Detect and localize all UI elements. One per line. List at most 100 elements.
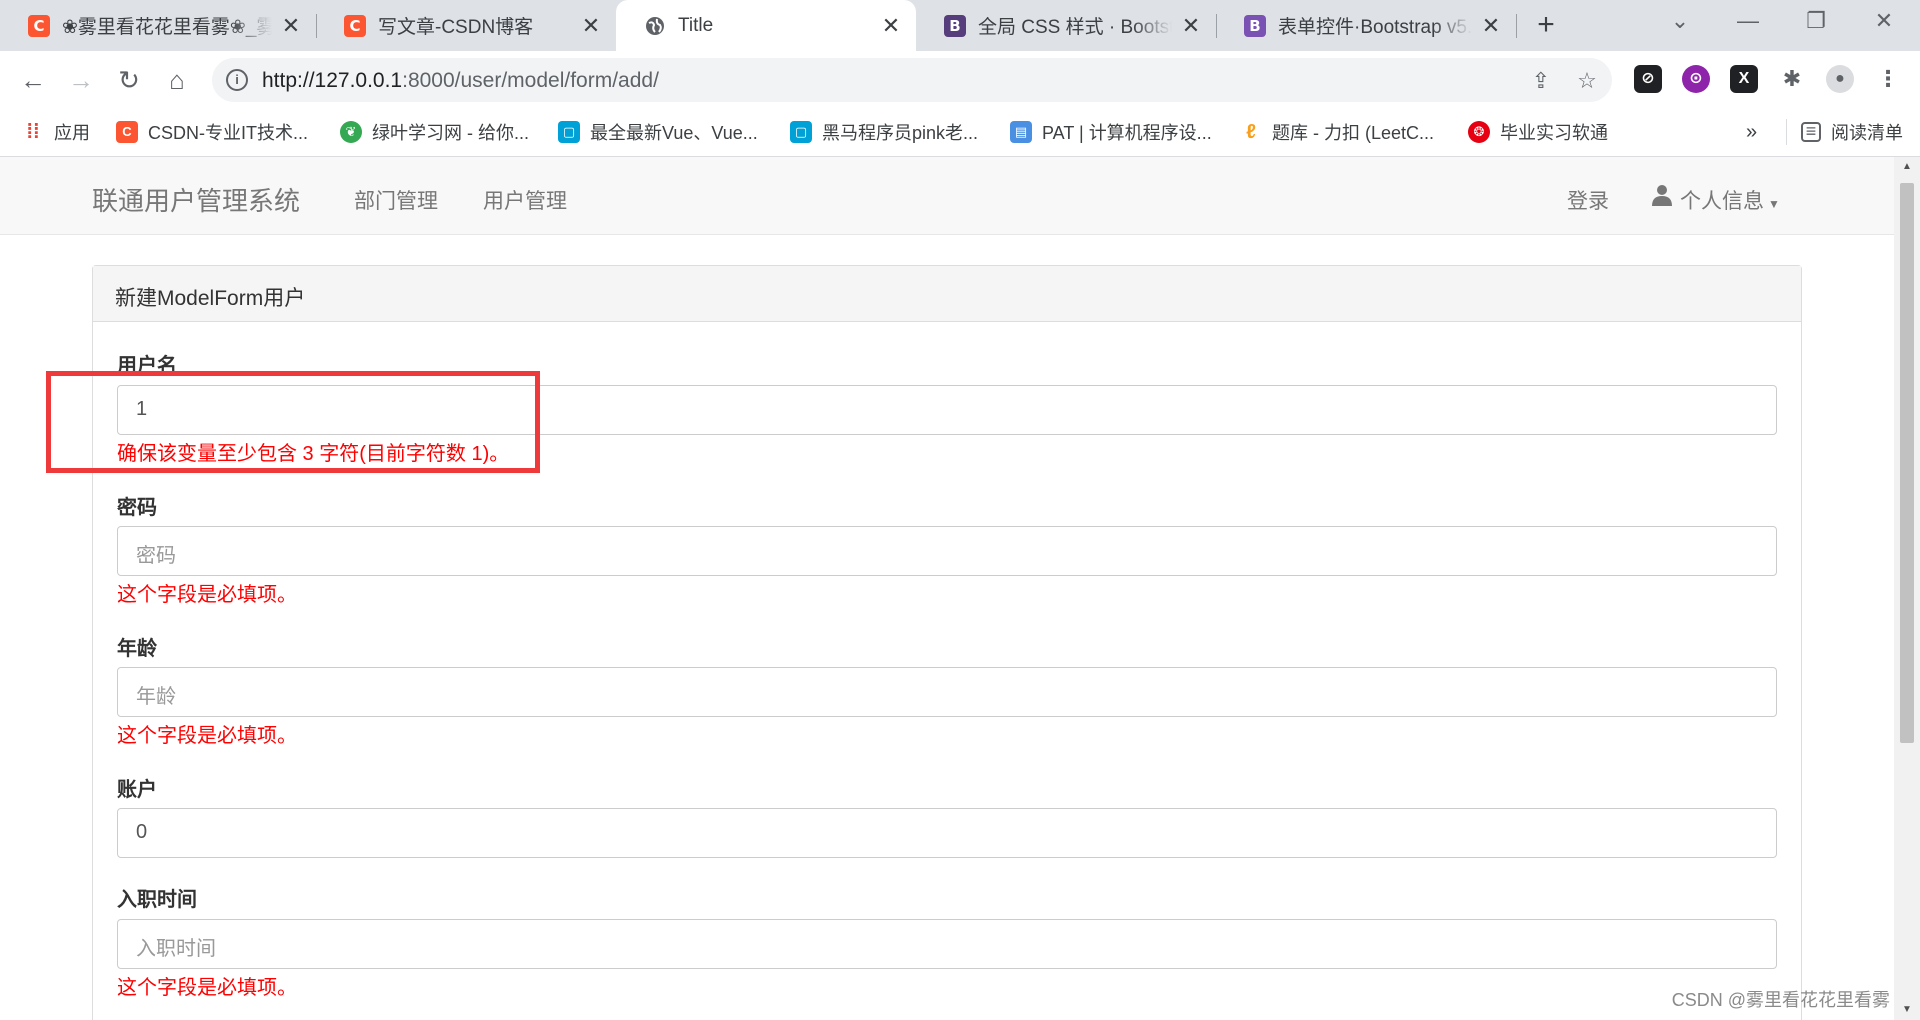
bookmark-label: 毕业实习软通: [1500, 123, 1608, 143]
chrome-menu-icon[interactable]: ⋮: [1874, 65, 1902, 93]
account-label: 账户: [117, 779, 157, 801]
user-menu-label: 个人信息: [1680, 190, 1764, 213]
password-input[interactable]: 密码: [117, 526, 1777, 576]
tab-bootstrap-forms[interactable]: B 表单控件·Bootstrap v5.1 ✕: [1216, 0, 1516, 51]
tab-title: 表单控件·Bootstrap v5.1: [1278, 17, 1472, 38]
globe-icon: [644, 15, 666, 37]
bootstrap-favicon-icon: B: [944, 14, 966, 37]
tab-search-icon[interactable]: ⌄: [1660, 8, 1700, 38]
reading-list-icon: ≡: [1801, 122, 1821, 142]
tab-bootstrap-css[interactable]: B 全局 CSS 样式 · Bootstrap ✕: [916, 0, 1216, 51]
bookmark-label: 最全最新Vue、Vue...: [590, 123, 758, 143]
reload-icon[interactable]: ↻: [114, 65, 144, 95]
nav-link-login[interactable]: 登录: [1567, 185, 1609, 215]
bookmark-csdn[interactable]: C CSDN-专业IT技术...: [116, 119, 308, 145]
bookmark-isoftstone[interactable]: ❂ 毕业实习软通: [1468, 119, 1608, 145]
password-label: 密码: [117, 497, 157, 519]
scrollbar-thumb[interactable]: [1900, 183, 1914, 743]
tab-divider: [1516, 14, 1517, 38]
tab-title: 写文章-CSDN博客: [378, 17, 534, 38]
pat-favicon-icon: ▤: [1010, 121, 1032, 143]
profile-avatar-icon[interactable]: ●: [1826, 65, 1854, 93]
bilibili-favicon-icon: ▢: [790, 121, 812, 143]
bilibili-favicon-icon: ▢: [558, 121, 580, 143]
bookmark-vue[interactable]: ▢ 最全最新Vue、Vue...: [558, 119, 758, 145]
bookmark-label: 应用: [54, 123, 90, 143]
scroll-down-icon[interactable]: ▼: [1894, 1000, 1920, 1020]
bookmark-label: 黑马程序员pink老...: [822, 123, 979, 143]
window-close-icon[interactable]: ✕: [1864, 8, 1904, 38]
csdn-favicon-icon: C: [28, 14, 50, 37]
page-scrollbar[interactable]: ▲ ▼: [1894, 157, 1920, 1020]
tab-title: ❀雾里看花花里看雾❀_雾: [62, 17, 272, 38]
tab-csdn-write[interactable]: C 写文章-CSDN博客 ✕: [316, 0, 616, 51]
leaf-favicon-icon: ❦: [340, 121, 362, 143]
close-icon[interactable]: ✕: [880, 14, 902, 37]
caret-down-icon: ▼: [1768, 197, 1780, 211]
browser-tab-strip: C ❀雾里看花花里看雾❀_雾 ✕ C 写文章-CSDN博客 ✕ Title ✕ …: [0, 0, 1920, 51]
new-tab-button[interactable]: +: [1530, 10, 1562, 42]
address-bar[interactable]: i http://127.0.0.1:8000/user/model/form/…: [212, 58, 1612, 102]
home-icon[interactable]: ⌂: [162, 65, 192, 95]
tab-title: Title: [678, 14, 714, 36]
browser-toolbar: ← → ↻ ⌂ i http://127.0.0.1:8000/user/mod…: [0, 51, 1920, 107]
bookmark-label: 题库 - 力扣 (LeetC...: [1272, 123, 1435, 143]
bookmark-label: CSDN-专业IT技术...: [148, 123, 308, 143]
forward-icon[interactable]: →: [66, 65, 96, 95]
create-time-label: 入职时间: [117, 889, 197, 911]
leetcode-favicon-icon: ℓ: [1246, 121, 1256, 143]
restore-icon[interactable]: ❐: [1796, 8, 1836, 38]
site-info-icon[interactable]: i: [226, 69, 248, 91]
account-input[interactable]: 0: [117, 808, 1777, 858]
more-bookmarks-button[interactable]: »: [1746, 119, 1757, 145]
navbar-brand[interactable]: 联通用户管理系统: [92, 181, 300, 218]
nav-link-departments[interactable]: 部门管理: [354, 185, 438, 215]
reading-list-label: 阅读清单: [1831, 123, 1903, 143]
close-icon[interactable]: ✕: [1180, 14, 1202, 37]
annotation-highlight-box: [46, 371, 540, 473]
user-menu-dropdown[interactable]: 个人信息 ▼: [1680, 185, 1780, 215]
minimize-icon[interactable]: —: [1728, 8, 1768, 38]
close-icon[interactable]: ✕: [280, 14, 302, 37]
bootstrap-favicon-icon: B: [1244, 14, 1266, 37]
url-path: :8000/user/model/form/add/: [402, 69, 659, 92]
age-error: 这个字段是必填项。: [117, 725, 297, 747]
csdn-favicon-icon: C: [116, 121, 138, 143]
bookmark-lvye[interactable]: ❦ 绿叶学习网 - 给你...: [340, 119, 529, 145]
back-icon[interactable]: ←: [18, 65, 48, 95]
age-input[interactable]: 年龄: [117, 667, 1777, 717]
extension-x-icon[interactable]: X: [1730, 65, 1758, 93]
csdn-favicon-icon: C: [344, 14, 366, 37]
scroll-up-icon[interactable]: ▲: [1894, 157, 1920, 177]
csdn-watermark: CSDN @雾里看花花里看雾: [1671, 990, 1890, 1010]
tab-title-active[interactable]: Title ✕: [616, 0, 916, 51]
page-viewport: 联通用户管理系统 部门管理 用户管理 登录 个人信息 ▼ 新建ModelForm用…: [0, 157, 1920, 1020]
bookmark-label: PAT | 计算机程序设...: [1042, 123, 1212, 143]
password-error: 这个字段是必填项。: [117, 584, 297, 606]
nav-link-users[interactable]: 用户管理: [483, 185, 567, 215]
close-icon[interactable]: ✕: [580, 14, 602, 37]
create-time-input[interactable]: 入职时间: [117, 919, 1777, 969]
url-text[interactable]: http://127.0.0.1:8000/user/model/form/ad…: [262, 69, 659, 93]
bookmark-leetcode[interactable]: ℓ 题库 - 力扣 (LeetC...: [1240, 119, 1434, 145]
url-host: http://127.0.0.1: [262, 69, 403, 92]
extension-link-icon[interactable]: ⊘: [1634, 65, 1662, 93]
bookmark-label: 绿叶学习网 - 给你...: [372, 123, 529, 143]
bookmarks-bar: ⁞⁞ 应用 C CSDN-专业IT技术... ❦ 绿叶学习网 - 给你... ▢…: [0, 107, 1920, 157]
tab-title: 全局 CSS 样式 · Bootstrap: [978, 17, 1172, 38]
age-label: 年龄: [117, 638, 157, 660]
bookmark-star-icon[interactable]: ☆: [1574, 68, 1600, 94]
bookmark-apps[interactable]: ⁞⁞ 应用: [22, 119, 90, 145]
create-time-error: 这个字段是必填项。: [117, 977, 297, 999]
panel-heading: 新建ModelForm用户: [93, 266, 1801, 322]
close-icon[interactable]: ✕: [1480, 14, 1502, 37]
site-navbar: 联通用户管理系统 部门管理 用户管理 登录 个人信息 ▼: [0, 157, 1894, 235]
user-icon: [1652, 185, 1672, 206]
share-icon[interactable]: ⇪: [1528, 68, 1554, 94]
tab-csdn-blog[interactable]: C ❀雾里看花花里看雾❀_雾 ✕: [0, 0, 316, 51]
extensions-puzzle-icon[interactable]: ✱: [1778, 65, 1806, 93]
bookmark-pat[interactable]: ▤ PAT | 计算机程序设...: [1010, 119, 1212, 145]
extension-purple-icon[interactable]: ⊙: [1682, 65, 1710, 93]
bookmark-pink[interactable]: ▢ 黑马程序员pink老...: [790, 119, 978, 145]
reading-list-button[interactable]: ≡ 阅读清单: [1786, 119, 1903, 145]
